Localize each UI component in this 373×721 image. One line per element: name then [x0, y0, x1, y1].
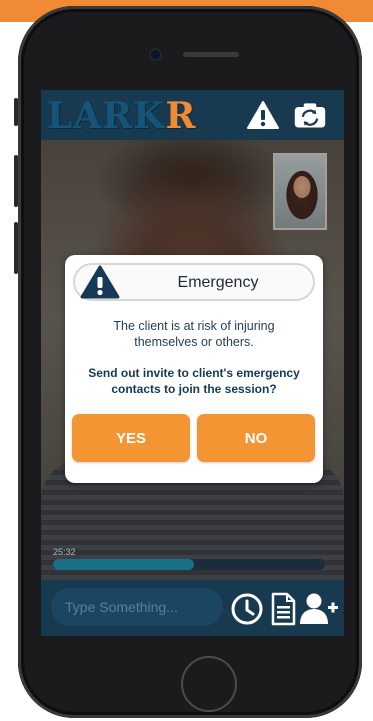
add-user-icon[interactable] [298, 592, 340, 626]
dialog-question: Send out invite to client's emergency co… [88, 366, 300, 396]
front-camera [151, 50, 160, 59]
message-input[interactable] [51, 588, 223, 626]
larkr-logo: LARKR [47, 95, 197, 137]
dialog-header: Emergency [73, 263, 315, 301]
warning-triangle-icon[interactable] [246, 100, 280, 130]
yes-button[interactable]: YES [72, 414, 190, 462]
emergency-dialog: Emergency The client is at risk of injur… [65, 255, 323, 483]
earpiece-speaker [183, 52, 239, 57]
home-button[interactable] [181, 656, 237, 712]
switch-camera-icon[interactable] [293, 100, 327, 130]
dialog-message: The client is at risk of injuring themse… [113, 319, 275, 349]
warning-icon [80, 265, 120, 299]
clock-icon[interactable] [230, 592, 264, 626]
bottom-bar [41, 580, 344, 636]
app-header: LARKR [41, 90, 344, 140]
app-screen: LARKR 25:32 Emergency The client is at r… [41, 90, 344, 636]
notes-icon[interactable] [270, 592, 296, 626]
no-button[interactable]: NO [197, 414, 315, 462]
dialog-title: Emergency [177, 274, 259, 291]
